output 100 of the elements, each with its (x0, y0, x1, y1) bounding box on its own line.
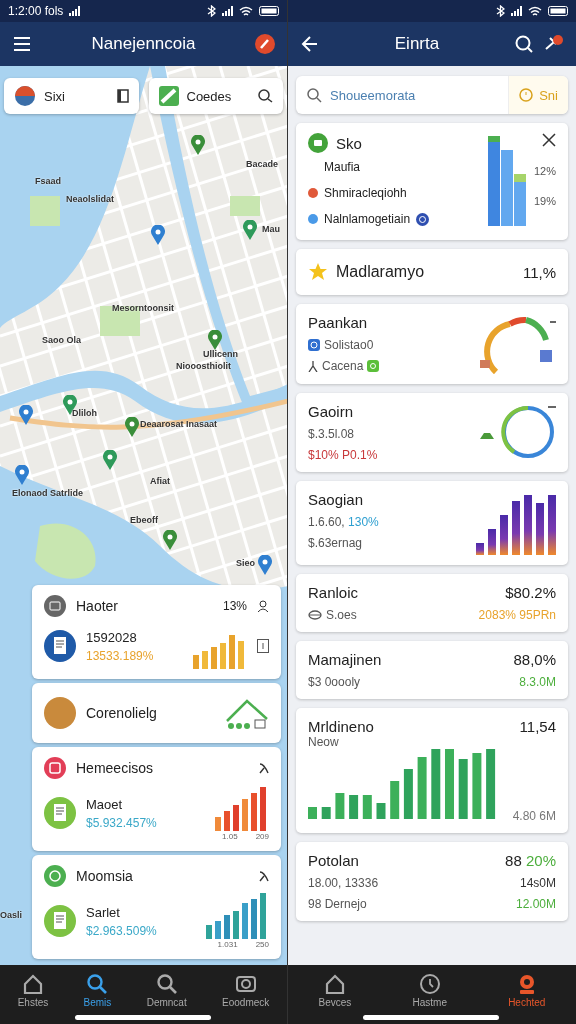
back-arrow-icon[interactable] (300, 34, 320, 54)
screen-title: Einrta (393, 34, 441, 54)
item-name: 1592028 (86, 629, 138, 645)
photo-placeholder (44, 697, 76, 729)
card-value: $80.2% (505, 584, 556, 601)
chart-bar (536, 503, 544, 555)
battery-icon (259, 6, 279, 16)
chart-bar (376, 803, 386, 819)
chart-bar (242, 799, 248, 831)
chart-bar (233, 805, 239, 831)
card-title: Paankan (308, 314, 369, 331)
map-label: Mau (262, 224, 280, 234)
card-note: 12.00M (515, 897, 556, 911)
chart-bar (193, 655, 199, 669)
search-icon (86, 973, 109, 995)
park (230, 196, 260, 216)
home-icon (323, 973, 346, 995)
card-note: 2083% 95PRn (478, 608, 556, 622)
wifi-icon (528, 6, 542, 16)
filter-chip[interactable]: Coedes (148, 78, 283, 114)
card-title: Gaoirn (308, 403, 355, 420)
card-value: 88,0% (513, 651, 556, 668)
chart-bar (390, 781, 400, 819)
status-time: 1:2:00 fols (8, 4, 64, 18)
item-amount: $5.932.457% (86, 815, 158, 830)
card-note: 18.00, 13336 (308, 876, 379, 890)
bluetooth-icon (207, 5, 216, 17)
badge-icon (44, 865, 66, 887)
map-pin-icon (258, 555, 272, 575)
chart-bar (321, 807, 331, 819)
nav-tab[interactable]: Hastme (410, 973, 449, 1008)
card-title: Madlaramyo (336, 263, 426, 281)
map-label: Dliloh (72, 408, 97, 418)
map-label: Fsaad (35, 176, 61, 186)
card-note: $10% P0.1% (308, 448, 378, 462)
card-title: Ranloic (308, 584, 360, 601)
chart-bar (445, 749, 454, 819)
close-icon[interactable] (542, 133, 556, 147)
map-pin-icon (163, 530, 177, 550)
nav-tab[interactable]: Hechted (506, 973, 548, 1008)
chart-bar (242, 903, 248, 939)
card-title: Moomsia (76, 868, 134, 884)
nav-tab[interactable]: Eoodmeck (220, 973, 272, 1008)
nav-tab[interactable]: Bevces (316, 973, 354, 1008)
chart-bar (476, 543, 484, 555)
legend-label: Shmiracleqiohh (324, 186, 407, 200)
chart-bar (233, 911, 239, 939)
chart-bar (500, 515, 508, 555)
chart-bar (224, 915, 230, 939)
camera-badge-icon (308, 133, 328, 153)
card-title: Sko (336, 134, 362, 152)
badge-icon (44, 595, 66, 617)
search-icon[interactable] (514, 34, 534, 54)
document-icon (44, 630, 76, 662)
card-note: S.oes (326, 608, 357, 622)
map-icon (158, 86, 179, 106)
card-note: Solistao0 (324, 338, 374, 352)
card-note: $.3.5l.08 (308, 427, 355, 441)
map-pin-icon (208, 330, 222, 350)
chart-bar (260, 893, 266, 939)
map-pin-icon (15, 465, 29, 485)
chart-bar (220, 643, 226, 669)
dismiss-icon[interactable] (259, 762, 269, 774)
nav-tab[interactable]: Bemis (81, 973, 114, 1008)
search-icon (306, 87, 322, 103)
card-value: 11,% (522, 263, 556, 281)
chart-bar (548, 495, 556, 555)
map-label: Deaarosat Inasaat (140, 419, 218, 429)
app-icon (308, 339, 320, 351)
map-label: Ebeoff (130, 515, 158, 525)
map-label: Mesorntoonsit (112, 303, 174, 313)
card-title: Hemeecisos (76, 760, 155, 776)
chart-bar (486, 749, 496, 819)
person-icon[interactable] (257, 600, 269, 612)
park (35, 523, 96, 579)
chart-bar (403, 769, 413, 819)
document-icon (44, 797, 76, 829)
info-icon (257, 639, 269, 653)
map-pin-icon (19, 405, 33, 425)
search-icon (257, 88, 273, 104)
map-label: Afiat (150, 476, 170, 486)
axis-label: 1.031 (217, 940, 238, 949)
chart-bar (215, 817, 221, 831)
card-note: 8.3.0M (519, 675, 556, 689)
nav-tab[interactable]: Demncat (144, 973, 189, 1008)
chart-bar (524, 495, 532, 555)
item-name: Sarlet (86, 904, 121, 920)
chart-bar (362, 795, 372, 819)
dismiss-icon[interactable] (259, 870, 269, 882)
chart-bar (215, 921, 221, 939)
filter-chip[interactable]: Sixi (4, 78, 139, 114)
card-value: 88 20% (505, 852, 556, 869)
pencil-icon[interactable] (255, 34, 275, 54)
menu-icon[interactable] (12, 34, 32, 54)
card-title: Corenolielg (86, 705, 158, 721)
wifi-icon (239, 6, 253, 16)
card-title: Saogian (308, 491, 365, 508)
card-note: Cacena (322, 359, 364, 373)
nav-tab[interactable]: Ehstes (15, 973, 51, 1008)
axis-label: 209 (255, 832, 269, 841)
